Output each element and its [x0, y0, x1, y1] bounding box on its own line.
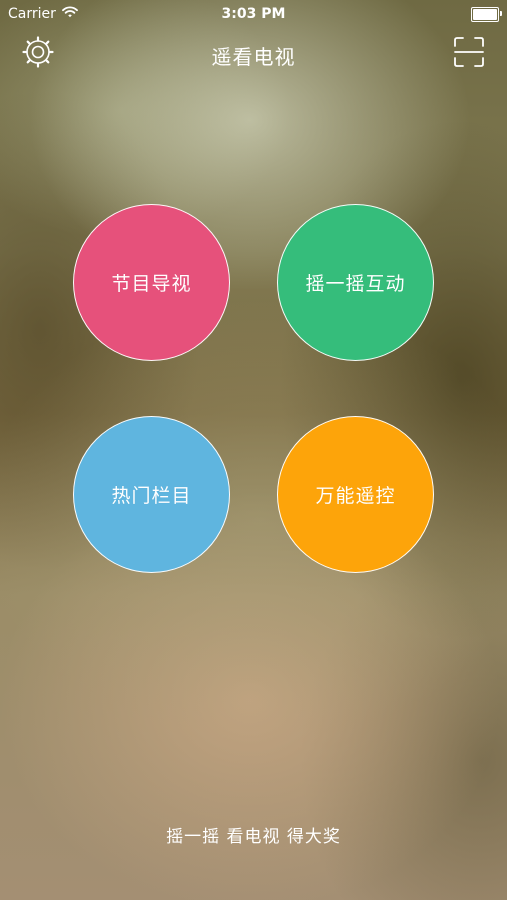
status-bar: Carrier 3:03 PM	[0, 0, 507, 28]
battery-level	[473, 9, 497, 20]
scan-icon	[452, 35, 486, 69]
footer-slogan: 摇一摇 看电视 得大奖	[166, 827, 341, 847]
hot-programs-label: 热门栏目	[111, 485, 192, 507]
battery-icon	[471, 7, 502, 22]
program-guide-button[interactable]: 节目导视	[73, 204, 230, 361]
hot-programs-button[interactable]: 热门栏目	[73, 416, 230, 573]
universal-remote-label: 万能遥控	[315, 485, 396, 507]
shake-interact-button[interactable]: 摇一摇互动	[277, 204, 434, 361]
status-time: 3:03 PM	[221, 6, 286, 22]
shake-interact-label: 摇一摇互动	[305, 273, 406, 295]
page-title: 遥看电视	[211, 45, 296, 69]
nav-bar: 遥看电视	[0, 30, 507, 76]
universal-remote-button[interactable]: 万能遥控	[277, 416, 434, 573]
program-guide-label: 节目导视	[111, 273, 192, 295]
scan-button[interactable]	[452, 35, 486, 69]
